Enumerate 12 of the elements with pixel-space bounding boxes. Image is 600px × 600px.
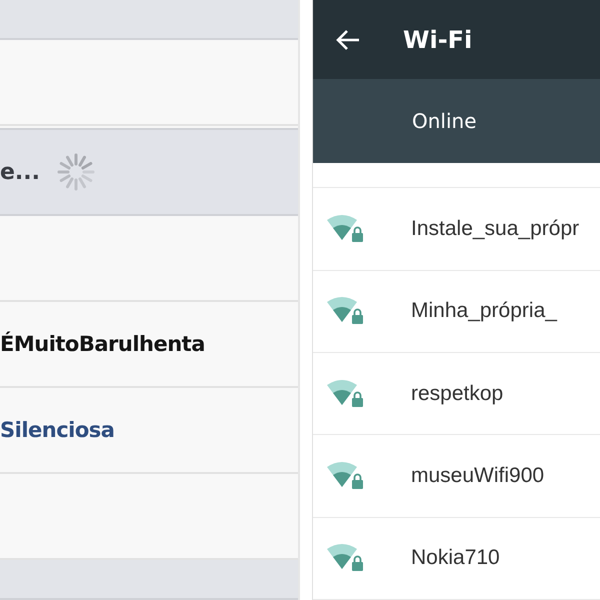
network-name[interactable]: museuWifi900 [411, 464, 544, 488]
screen-title: Wi-Fi [403, 26, 472, 54]
status-text: Online [412, 108, 477, 133]
network-name[interactable]: Nokia710 [411, 546, 500, 570]
network-name[interactable]: Minha_própria_ [411, 299, 557, 324]
network-name[interactable]: Silenciosa [0, 418, 114, 442]
back-arrow-icon[interactable] [335, 28, 361, 51]
network-name[interactable]: Instale_sua_própr [411, 217, 580, 242]
network-name[interactable]: ÉMuitoBarulhenta [0, 332, 205, 356]
loading-text: e... [0, 160, 40, 184]
loading-spinner-icon [56, 152, 96, 192]
network-name[interactable]: respetkop [411, 382, 504, 406]
